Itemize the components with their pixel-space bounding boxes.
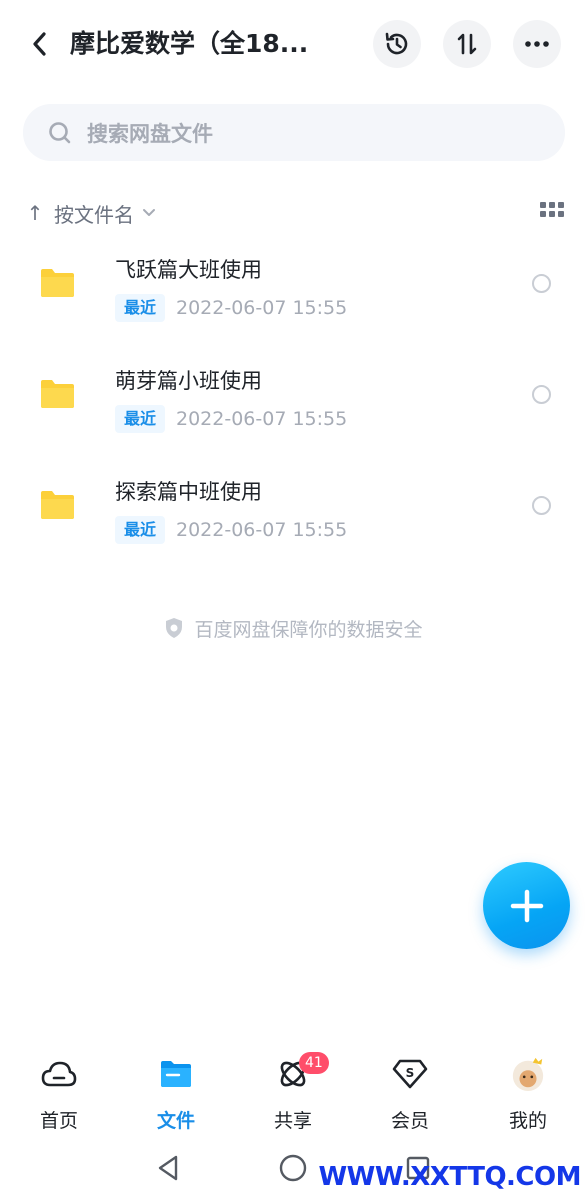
folder-icon xyxy=(41,491,74,519)
top-bar: 摩比爱数学（全18... xyxy=(0,0,587,90)
vip-diamond-icon: S xyxy=(392,1056,428,1092)
select-radio[interactable] xyxy=(532,496,551,515)
circle-home-icon[interactable] xyxy=(275,1150,311,1186)
nav-label: 会员 xyxy=(390,1110,429,1132)
search-bar[interactable]: 搜索网盘文件 xyxy=(23,104,565,161)
nav-share[interactable]: 41 共享 xyxy=(243,1050,343,1140)
file-name: 萌芽篇小班使用 xyxy=(115,369,262,393)
grid-view-icon[interactable] xyxy=(540,202,564,224)
recent-badge: 最近 xyxy=(115,294,166,322)
chevron-left-icon xyxy=(33,32,46,56)
nav-me[interactable]: 我的 xyxy=(478,1050,578,1140)
history-clock-icon xyxy=(385,32,408,55)
file-date: 2022-06-07 15:55 xyxy=(176,519,348,541)
folder-icon xyxy=(158,1056,194,1092)
nav-label: 首页 xyxy=(39,1110,78,1132)
sort-button[interactable]: ↑ 按文件名 xyxy=(24,196,156,230)
chevron-down-icon xyxy=(142,206,156,220)
transfer-button[interactable] xyxy=(443,20,491,68)
select-radio[interactable] xyxy=(532,385,551,404)
back-button[interactable] xyxy=(24,28,56,60)
bottom-nav: 首页 文件 41 共享 S 会员 我的 xyxy=(0,1050,587,1140)
folder-icon xyxy=(41,380,74,408)
nav-home[interactable]: 首页 xyxy=(9,1050,109,1140)
list-item[interactable]: 萌芽篇小班使用 最近 2022-06-07 15:55 xyxy=(0,354,587,464)
file-date: 2022-06-07 15:55 xyxy=(176,408,348,430)
sort-direction-icon: ↑ xyxy=(26,201,44,225)
select-radio[interactable] xyxy=(532,274,551,293)
list-item[interactable]: 飞跃篇大班使用 最近 2022-06-07 15:55 xyxy=(0,243,587,353)
file-name: 飞跃篇大班使用 xyxy=(115,258,262,282)
avatar xyxy=(510,1056,546,1092)
nav-vip[interactable]: S 会员 xyxy=(360,1050,460,1140)
search-input[interactable]: 搜索网盘文件 xyxy=(87,118,213,148)
file-date: 2022-06-07 15:55 xyxy=(176,297,348,319)
recent-badge: 最近 xyxy=(115,516,166,544)
transfer-arrows-icon xyxy=(457,33,477,55)
share-count-badge: 41 xyxy=(299,1052,329,1074)
svg-text:S: S xyxy=(406,1066,415,1080)
shield-icon xyxy=(166,618,183,638)
nav-files[interactable]: 文件 xyxy=(126,1050,226,1140)
more-dots-icon xyxy=(525,41,549,47)
triangle-back-icon[interactable] xyxy=(150,1150,186,1186)
sort-bar: ↑ 按文件名 xyxy=(24,196,564,230)
page-title: 摩比爱数学（全18... xyxy=(70,29,309,58)
search-icon xyxy=(47,120,73,146)
nav-label: 我的 xyxy=(508,1110,547,1132)
nav-label: 共享 xyxy=(273,1110,312,1132)
watermark-text: WWW.XXTTQ.COM xyxy=(318,1162,582,1192)
nav-label: 文件 xyxy=(156,1110,195,1132)
list-item[interactable]: 探索篇中班使用 最近 2022-06-07 15:55 xyxy=(0,465,587,575)
folder-icon xyxy=(41,269,74,297)
cloud-icon xyxy=(41,1056,77,1092)
safety-note: 百度网盘保障你的数据安全 xyxy=(0,614,587,642)
sort-label: 按文件名 xyxy=(54,202,134,227)
file-name: 探索篇中班使用 xyxy=(115,480,262,504)
recent-badge: 最近 xyxy=(115,405,166,433)
plus-icon xyxy=(510,889,543,922)
add-button[interactable] xyxy=(483,862,570,949)
history-button[interactable] xyxy=(373,20,421,68)
more-button[interactable] xyxy=(513,20,561,68)
safety-text: 百度网盘保障你的数据安全 xyxy=(194,618,423,641)
